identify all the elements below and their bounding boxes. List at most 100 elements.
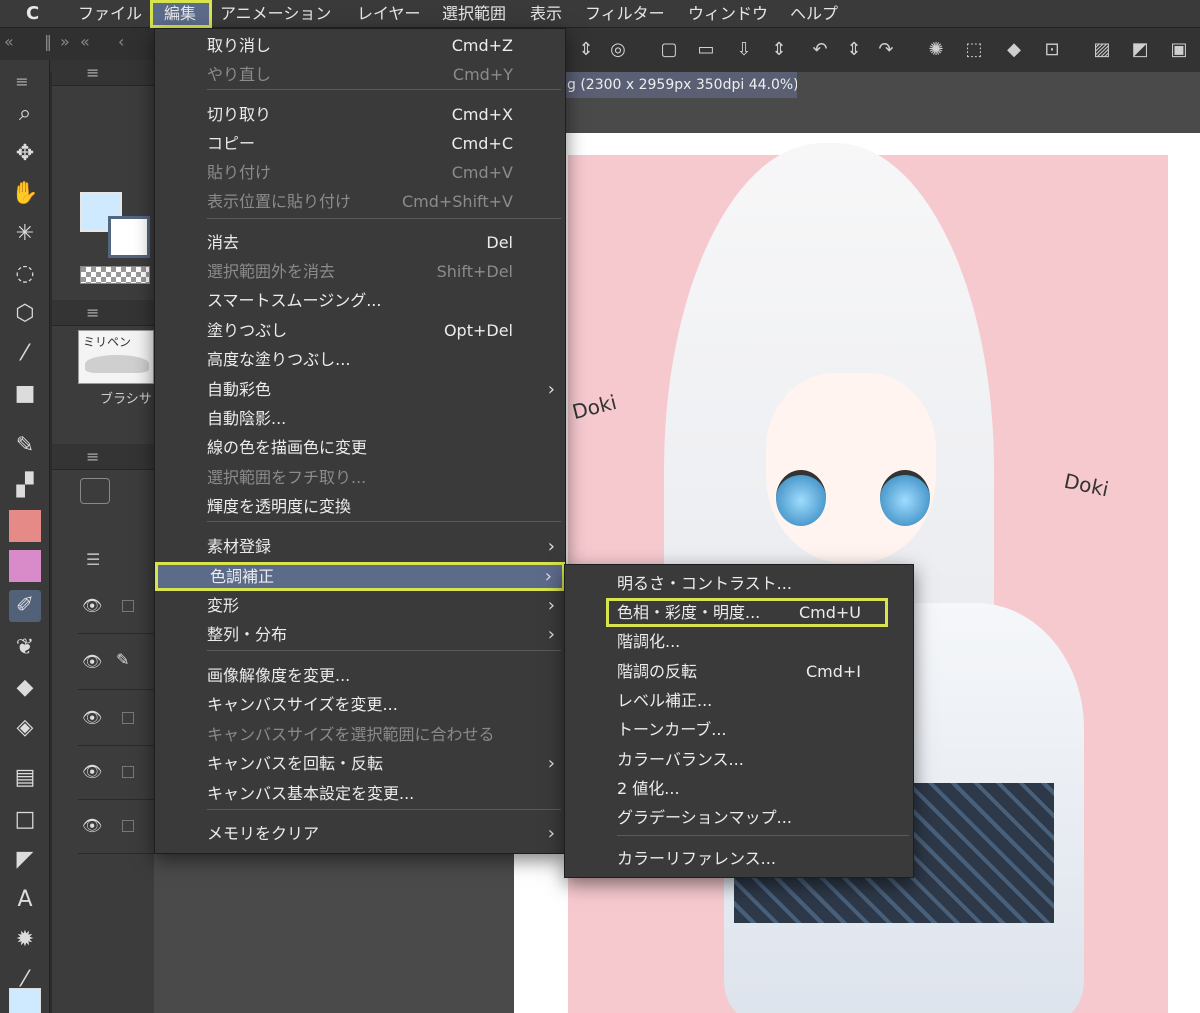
expand-icon[interactable]: » xyxy=(60,32,70,51)
eye-icon[interactable]: 👁 xyxy=(82,816,102,835)
brush-preview-card[interactable]: ミリペン xyxy=(78,330,154,384)
edit-menu-item[interactable]: 線の色を描画色に変更 xyxy=(155,433,565,462)
menu-filter[interactable]: フィルター xyxy=(585,0,665,28)
ruler-icon[interactable]: ▤ xyxy=(9,762,41,794)
edit-menu-item[interactable]: 画像解像度を変更... xyxy=(155,661,565,690)
auto-select-icon[interactable]: ✳ xyxy=(9,218,41,250)
color-submenu-item[interactable]: 明るさ・コントラスト... xyxy=(565,569,913,598)
collapse-left-icon[interactable]: « xyxy=(4,32,14,51)
lasso-icon[interactable]: ◌ xyxy=(9,258,41,290)
color-submenu-item[interactable]: レベル補正... xyxy=(565,686,913,715)
edit-menu-item[interactable]: 色調補正 › xyxy=(155,562,565,591)
selection-icon[interactable]: ⬚ xyxy=(960,36,988,64)
stepper-icon[interactable]: ⇕ xyxy=(572,36,600,64)
eye-icon[interactable]: 👁 xyxy=(82,596,102,615)
layer-row[interactable]: 👁 ✎ xyxy=(78,636,154,690)
menu-animation[interactable]: アニメーション xyxy=(220,0,331,28)
new-file-icon[interactable]: ▢ xyxy=(655,36,683,64)
edit-menu-item[interactable]: 選択範囲をフチ取り... xyxy=(155,463,565,492)
app-logo-icon[interactable]: C xyxy=(26,4,48,24)
edit-menu-item[interactable]: キャンバスサイズを選択範囲に合わせる xyxy=(155,720,565,749)
layer-lock-checkbox[interactable] xyxy=(122,766,134,778)
eye-icon[interactable]: 👁 xyxy=(82,762,102,781)
edit-menu-item[interactable]: 選択範囲外を消去 Shift+Del xyxy=(155,257,565,286)
eyedropper-icon[interactable]: ⁄ xyxy=(9,338,41,370)
eye-icon[interactable]: 👁 xyxy=(82,652,102,671)
layer-lock-checkbox[interactable] xyxy=(122,712,134,724)
pen-icon[interactable]: ✎ xyxy=(9,430,41,462)
color-submenu-item[interactable]: カラーリファレンス... xyxy=(565,844,913,873)
menu-file[interactable]: ファイル xyxy=(78,0,142,28)
rectangle-icon[interactable]: □ xyxy=(9,804,41,836)
palette-menu-icon[interactable]: ≡ xyxy=(86,63,99,82)
edit-menu-item[interactable]: コピー Cmd+C xyxy=(155,129,565,158)
edit-menu-item[interactable]: 消去 Del xyxy=(155,228,565,257)
redo-icon[interactable]: ↷ xyxy=(872,36,900,64)
color-submenu-item[interactable]: 色相・彩度・明度... Cmd+U xyxy=(606,598,888,627)
text-icon[interactable]: A xyxy=(9,884,41,916)
clear-selection-icon[interactable]: ▨ xyxy=(1088,36,1116,64)
transform-icon[interactable]: ⊡ xyxy=(1038,36,1066,64)
color-submenu-item[interactable]: カラーバランス... xyxy=(565,745,913,774)
layer-row[interactable]: 👁 xyxy=(78,580,154,634)
collapse-icon[interactable]: « xyxy=(80,32,90,51)
fill-bucket-icon[interactable]: ◈ xyxy=(9,712,41,744)
edit-menu-item[interactable]: キャンバスサイズを変更... xyxy=(155,690,565,719)
document-tab[interactable]: g (2300 x 2959px 350dpi 44.0%) xyxy=(563,72,797,98)
gradient-icon[interactable]: ■ xyxy=(9,378,41,410)
brush-menu-icon[interactable]: ≡ xyxy=(86,303,99,322)
edit-menu-item[interactable]: 輝度を透明度に変換 xyxy=(155,492,565,521)
brush-icon[interactable]: ✐ xyxy=(9,590,41,622)
menu-layer[interactable]: レイヤー xyxy=(357,0,421,28)
zoom-icon[interactable]: ⌕ xyxy=(9,98,41,130)
chevron-left-icon[interactable]: ‹ xyxy=(118,32,124,51)
layer-lock-checkbox[interactable] xyxy=(122,820,134,832)
eraser-icon[interactable]: ◆ xyxy=(9,672,41,704)
edit-menu-item[interactable]: 自動陰影... xyxy=(155,404,565,433)
menu-edit[interactable]: 編集 xyxy=(150,0,212,28)
color-submenu-item[interactable]: トーンカーブ... xyxy=(565,715,913,744)
menu-selection[interactable]: 選択範囲 xyxy=(442,0,506,28)
menu-view[interactable]: 表示 xyxy=(530,0,562,28)
menu-help[interactable]: ヘルプ xyxy=(790,0,838,28)
edit-menu-item[interactable]: スマートスムージング... xyxy=(155,286,565,315)
decoration-icon[interactable] xyxy=(9,510,41,542)
eye-icon[interactable]: 👁 xyxy=(82,708,102,727)
palette-menu-icon[interactable]: ≡ xyxy=(6,66,38,98)
frame-icon[interactable]: ◤ xyxy=(9,844,41,876)
edit-menu-item[interactable]: 切り取り Cmd+X xyxy=(155,100,565,129)
transparent-swatch[interactable] xyxy=(80,266,150,284)
crop-icon[interactable]: ◩ xyxy=(1126,36,1154,64)
object-select-icon[interactable]: ⬡ xyxy=(9,298,41,330)
material-icon[interactable]: ◎ xyxy=(604,36,632,64)
select-all-icon[interactable]: ▣ xyxy=(1165,36,1193,64)
color-submenu-item[interactable]: 階調の反転 Cmd+I xyxy=(565,657,913,686)
stepper-icon-3[interactable]: ⇕ xyxy=(840,36,868,64)
edit-menu-item[interactable]: 取り消し Cmd+Z xyxy=(155,31,565,60)
edit-menu-item[interactable]: 整列・分布 › xyxy=(155,620,565,649)
main-color-swatch[interactable] xyxy=(9,988,41,1013)
edit-menu-item[interactable]: 表示位置に貼り付け Cmd+Shift+V xyxy=(155,187,565,216)
blend-icon[interactable]: ❦ xyxy=(9,632,41,664)
color-submenu-item[interactable]: 階調化... xyxy=(565,627,913,656)
edit-menu-item[interactable]: 自動彩色 › xyxy=(155,375,565,404)
edit-menu-item[interactable]: 素材登録 › xyxy=(155,532,565,561)
layer-row[interactable]: 👁 xyxy=(78,800,154,854)
edit-menu-item[interactable]: 塗りつぶし Opt+Del xyxy=(155,316,565,345)
stepper-icon-2[interactable]: ⇕ xyxy=(765,36,793,64)
edit-menu-item[interactable]: やり直し Cmd+Y xyxy=(155,60,565,89)
blend-mode-select[interactable] xyxy=(80,478,110,504)
layer-row[interactable]: 👁 xyxy=(78,692,154,746)
panel-grip-icon[interactable]: ‖ xyxy=(44,32,52,51)
edit-menu-item[interactable]: キャンバスを回転・反転 › xyxy=(155,749,565,778)
sub-color-swatch[interactable] xyxy=(108,216,150,258)
layer-menu-icon[interactable]: ≡ xyxy=(86,447,99,466)
color-submenu-item[interactable]: 2 値化... xyxy=(565,774,913,803)
fill-icon[interactable]: ◆ xyxy=(1000,36,1028,64)
save-icon[interactable]: ⇩ xyxy=(730,36,758,64)
layer-property-icon[interactable]: ☰ xyxy=(86,550,100,569)
color-submenu-item[interactable]: グラデーションマップ... xyxy=(565,803,913,832)
edit-menu-item[interactable]: 変形 › xyxy=(155,591,565,620)
loading-icon[interactable]: ✺ xyxy=(922,36,950,64)
move-icon[interactable]: ✥ xyxy=(9,138,41,170)
